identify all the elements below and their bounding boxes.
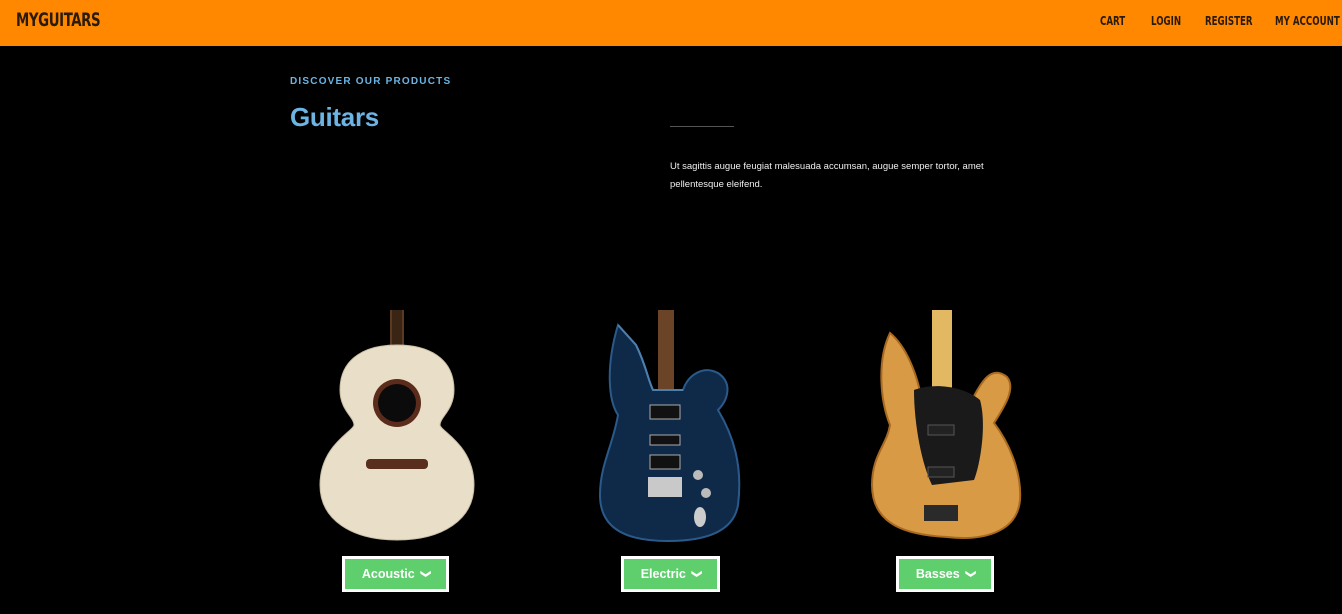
chevron-down-icon: ❯: [419, 569, 431, 579]
acoustic-category-button[interactable]: Acoustic ❯: [342, 556, 449, 592]
electric-guitar-image[interactable]: [588, 305, 758, 545]
page-title: Guitars: [290, 102, 379, 132]
nav-register-link[interactable]: REGISTER: [1205, 14, 1253, 28]
chevron-down-icon: ❯: [964, 569, 976, 579]
basses-button-label: Basses: [915, 567, 960, 581]
intro-text: Ut sagittis augue feugiat malesuada accu…: [670, 161, 984, 190]
electric-category-button[interactable]: Electric ❯: [621, 556, 720, 592]
nav-cart-link[interactable]: CART: [1100, 14, 1125, 28]
section-eyebrow: DISCOVER OUR PRODUCTS: [290, 76, 452, 87]
bass-guitar-image[interactable]: [862, 305, 1032, 545]
nav-login-link[interactable]: LOGIN: [1151, 14, 1181, 28]
divider-line: [670, 126, 734, 127]
basses-category-button[interactable]: Basses ❯: [896, 556, 994, 592]
brand-logo[interactable]: MYGUITARS: [16, 9, 101, 31]
electric-button-label: Electric: [640, 567, 686, 581]
chevron-down-icon: ❯: [691, 569, 703, 579]
top-navbar: MYGUITARS CART LOGIN REGISTER MY ACCOUNT: [0, 0, 1342, 46]
acoustic-guitar-image[interactable]: [312, 305, 482, 545]
acoustic-button-label: Acoustic: [361, 567, 415, 581]
nav-my-account-link[interactable]: MY ACCOUNT: [1275, 14, 1340, 28]
